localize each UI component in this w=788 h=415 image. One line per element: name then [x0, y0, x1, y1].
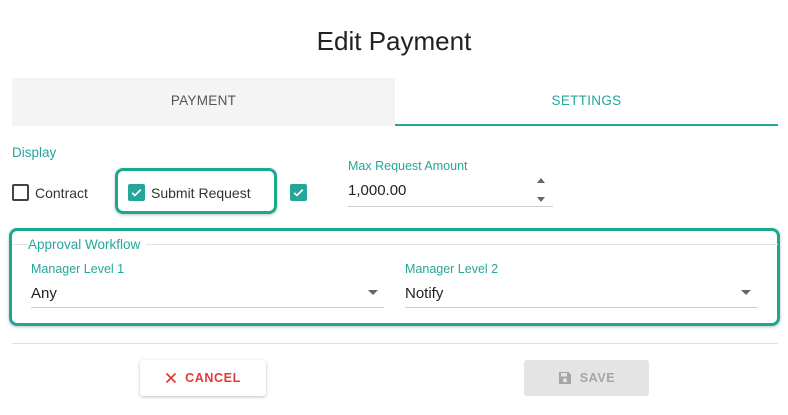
- cancel-button[interactable]: CANCEL: [140, 360, 266, 396]
- manager-level-1-select[interactable]: Any: [31, 285, 57, 302]
- extra-checkbox[interactable]: [290, 184, 307, 201]
- save-icon: [558, 372, 571, 384]
- checkmark-icon: [131, 188, 142, 197]
- actions-divider: [12, 343, 778, 344]
- chevron-down-icon[interactable]: [368, 290, 378, 295]
- manager-level-1-underline: [31, 307, 384, 308]
- submit-request-checkbox-row[interactable]: Submit Request: [128, 184, 251, 201]
- close-icon: [166, 372, 177, 384]
- extra-checkbox-row[interactable]: [290, 184, 307, 201]
- approval-workflow-legend: Approval Workflow: [28, 237, 147, 252]
- max-request-input[interactable]: 1,000.00: [348, 182, 406, 199]
- manager-level-2-label: Manager Level 2: [405, 262, 499, 276]
- contract-checkbox-row[interactable]: Contract: [12, 184, 88, 201]
- checkmark-icon: [293, 188, 304, 197]
- contract-checkbox[interactable]: [12, 184, 29, 201]
- display-section-label: Display: [12, 145, 57, 160]
- max-request-underline: [348, 206, 553, 207]
- dialog-title: Edit Payment: [316, 26, 472, 56]
- contract-label: Contract: [35, 184, 88, 201]
- tab-settings[interactable]: SETTINGS: [395, 78, 778, 126]
- submit-request-label: Submit Request: [151, 184, 251, 201]
- stepper-down-icon[interactable]: [537, 197, 545, 202]
- manager-level-2-underline: [405, 307, 758, 308]
- manager-level-2-select[interactable]: Notify: [405, 285, 443, 302]
- tab-bar: PAYMENT SETTINGS: [12, 78, 778, 126]
- tab-payment[interactable]: PAYMENT: [12, 78, 395, 126]
- max-request-stepper[interactable]: [534, 176, 548, 206]
- submit-request-checkbox[interactable]: [128, 184, 145, 201]
- manager-level-1-label: Manager Level 1: [31, 262, 125, 276]
- save-button[interactable]: SAVE: [524, 360, 649, 396]
- cancel-label: CANCEL: [185, 371, 241, 385]
- max-request-label: Max Request Amount: [348, 159, 468, 173]
- chevron-down-icon[interactable]: [741, 290, 751, 295]
- save-label: SAVE: [579, 371, 616, 385]
- stepper-up-icon[interactable]: [537, 178, 545, 183]
